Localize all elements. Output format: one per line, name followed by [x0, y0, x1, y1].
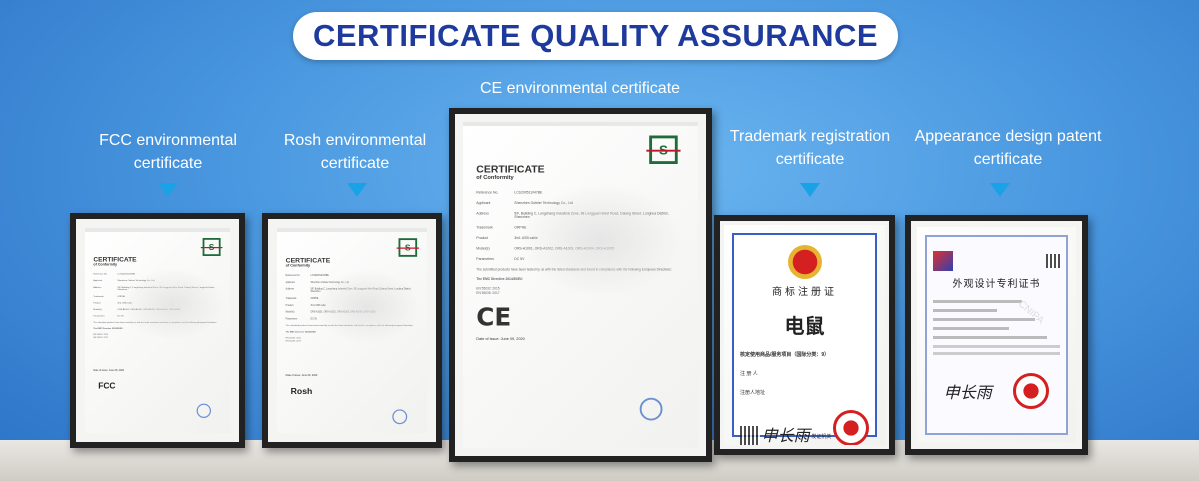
seal-icon — [392, 409, 408, 425]
trademark-issuer: 发证机关 — [811, 434, 832, 440]
field-key: Trademark — [285, 297, 297, 300]
field-key: Address — [93, 286, 102, 289]
world-map — [121, 268, 223, 340]
cert-subtitle: of Conformity — [476, 175, 514, 182]
cert-subtitle: of Conformity — [285, 264, 311, 268]
lcs-logo-icon: S — [396, 238, 419, 257]
cert-title: CERTIFICATE — [476, 164, 545, 176]
frame-design: 外观设计专利证书 申长雨 CNIPA — [905, 215, 1088, 455]
field-key: Address — [285, 287, 294, 291]
field-key: Address — [476, 211, 489, 216]
label-line: Appearance design patent — [914, 128, 1102, 145]
design-title: 外观设计专利证书 — [952, 279, 1041, 290]
arrow-down-icon — [347, 183, 367, 197]
field-key: Parameters — [285, 317, 298, 321]
cnipa-logo-icon — [933, 251, 953, 271]
official-seal-icon — [833, 410, 869, 445]
signature: 申长雨 — [943, 383, 992, 402]
field-key: Trademark — [476, 225, 493, 230]
field-key: Model(s) — [476, 246, 490, 251]
arrow-down-icon — [990, 183, 1010, 197]
label-ce: CE environmental certificate — [479, 80, 681, 97]
label-rosh: Rosh environmental certificate — [235, 129, 475, 175]
cert-title: CERTIFICATE — [285, 256, 331, 265]
red-bar — [281, 230, 306, 232]
lcs-logo-icon: S — [646, 135, 681, 164]
cert-rosh: SCERTIFICATEof ConformityReference No.LC… — [277, 228, 427, 433]
frame-fcc: SCERTIFICATEof ConformityReference No.LC… — [70, 213, 245, 448]
issue-date: Date of issue: June 09, 2020 — [285, 373, 318, 377]
signature: 申长雨 — [761, 426, 810, 445]
official-seal-icon — [1013, 373, 1050, 409]
frame-rosh: SCERTIFICATEof ConformityReference No.LC… — [262, 213, 442, 448]
label-line: Rosh environmental — [283, 132, 427, 149]
field-key: Reference No. — [285, 274, 301, 277]
world-map — [520, 183, 682, 297]
red-bar — [469, 122, 507, 126]
frame-ce: SCERTIFICATEof ConformityReference No.LC… — [449, 108, 712, 462]
field-key: Reference No. — [476, 190, 499, 195]
trademark-title: 商标注册证 — [772, 287, 837, 298]
field-key: Reference No. — [93, 272, 108, 276]
trademark-name: 电鼠 — [784, 314, 825, 338]
frame-trademark: 商标注册证 电鼠 核定使用商品/服务项目（国际分类：9） 注 册 人 注册人地址… — [714, 215, 895, 455]
cert-title: CERTIFICATE — [93, 256, 137, 264]
field-key: Product — [93, 301, 101, 304]
seal-icon — [196, 403, 211, 418]
title-banner: CERTIFICATE QUALITY ASSURANCE — [293, 12, 898, 60]
cert-fcc: SCERTIFICATEof ConformityReference No.LC… — [85, 228, 230, 433]
arrow-down-icon — [158, 183, 178, 197]
cert-type-label: Rosh — [290, 385, 313, 396]
page-title: CERTIFICATE QUALITY ASSURANCE — [312, 18, 879, 53]
label-design: Appearance design patent certificate — [888, 125, 1128, 171]
national-emblem-icon — [787, 245, 822, 279]
field-key: Applicant — [93, 279, 103, 282]
lcs-logo-icon: S — [200, 238, 223, 256]
field-key: Product — [285, 303, 294, 307]
label-line: certificate — [973, 151, 1043, 168]
cert-trademark: 商标注册证 电鼠 核定使用商品/服务项目（国际分类：9） 注 册 人 注册人地址… — [724, 225, 885, 445]
trademark-address: 注册人地址 — [740, 390, 766, 396]
ce-mark-icon: CE — [476, 303, 512, 333]
field-key: Model(s) — [93, 308, 102, 311]
field-key: Parameters — [93, 314, 105, 318]
issue-date: Date of issue: June 09, 2020 — [476, 335, 525, 341]
cert-subtitle: of Conformity — [93, 263, 117, 267]
qr-code-icon — [740, 426, 760, 445]
label-line: certificate — [320, 155, 390, 172]
field-key: Applicant — [476, 201, 491, 205]
field-key: Trademark — [93, 295, 104, 298]
field-key: Product — [476, 236, 489, 240]
red-bar — [89, 230, 113, 232]
cert-design: 外观设计专利证书 申长雨 CNIPA — [917, 227, 1076, 443]
issue-date: Date of issue: June 09, 2020 — [93, 368, 124, 372]
arrow-down-icon — [800, 183, 820, 197]
trademark-registrant: 注 册 人 — [740, 371, 758, 377]
world-map — [314, 269, 420, 344]
field-key: Applicant — [285, 280, 295, 284]
trademark-goods: 核定使用商品/服务项目（国际分类：9） — [740, 352, 830, 358]
seal-icon — [639, 397, 663, 421]
field-key: Parameters — [476, 257, 494, 261]
qr-code-icon — [1046, 254, 1060, 268]
cert-ce: SCERTIFICATEof ConformityReference No.LC… — [463, 122, 698, 448]
field-key: Model(s) — [285, 310, 295, 314]
cert-type-label: FCC — [98, 380, 116, 391]
